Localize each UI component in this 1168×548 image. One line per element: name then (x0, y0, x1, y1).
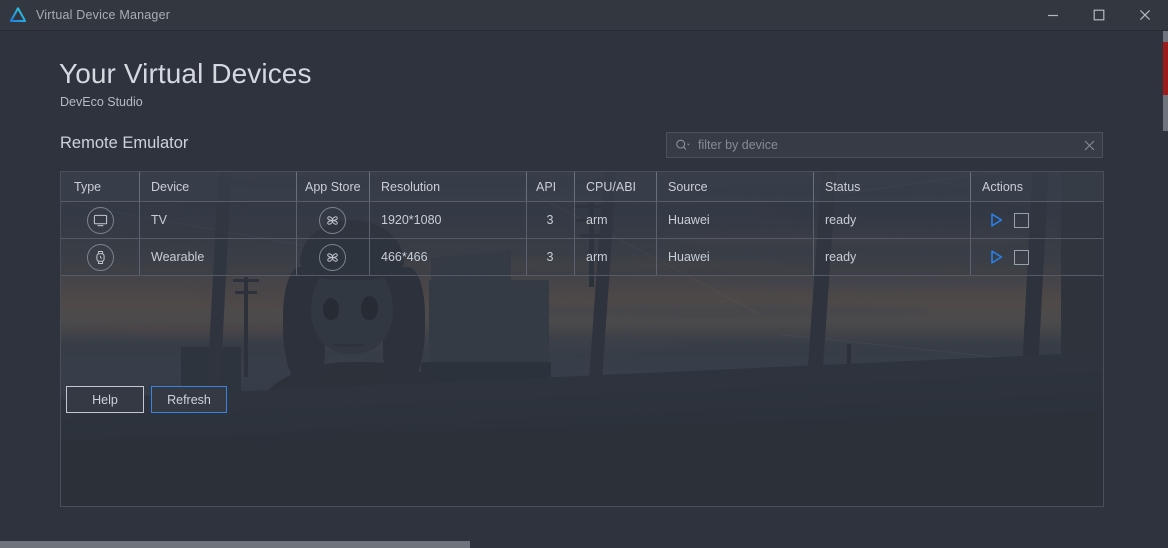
deveco-triangle-logo-icon (9, 7, 27, 22)
api-level-cell: 3 (526, 239, 574, 275)
title-bar: Virtual Device Manager (0, 0, 1168, 31)
tv-monitor-icon (86, 206, 114, 234)
virtual-device-manager-window: Virtual Device Manager Your Virtual Devi… (0, 0, 1168, 548)
section-title-remote-emulator: Remote Emulator (60, 134, 189, 152)
column-header-device[interactable]: Device (139, 172, 296, 201)
page-subtitle: DevEco Studio (60, 95, 143, 109)
status-cell: ready (813, 202, 970, 238)
resolution-cell: 1920*1080 (369, 202, 526, 238)
column-header-app-store[interactable]: App Store (296, 172, 369, 201)
clear-search-button[interactable] (1076, 133, 1102, 157)
run-device-button[interactable] (989, 249, 1004, 265)
cpu-abi-cell: arm (574, 239, 656, 275)
bottom-horizontal-scrollbar[interactable] (0, 541, 470, 548)
maximize-icon (1093, 9, 1105, 21)
column-header-api[interactable]: API (526, 172, 574, 201)
right-edge-error-marker[interactable] (1163, 42, 1168, 95)
main-content: Your Virtual Devices DevEco Studio Remot… (0, 31, 1168, 541)
app-gallery-icon (319, 206, 346, 234)
stop-device-button[interactable] (1014, 249, 1029, 265)
column-header-resolution[interactable]: Resolution (369, 172, 526, 201)
actions-cell (970, 202, 1103, 238)
device-type-cell (61, 202, 139, 238)
device-grid: Type Device App Store Resolution API CPU… (61, 172, 1103, 506)
help-button[interactable]: Help (66, 386, 144, 413)
play-icon (991, 213, 1003, 227)
refresh-button[interactable]: Refresh (151, 386, 227, 413)
app-store-cell (296, 202, 369, 238)
table-header-row: Type Device App Store Resolution API CPU… (61, 172, 1103, 202)
search-icon[interactable] (675, 138, 691, 152)
stop-device-button[interactable] (1014, 212, 1029, 228)
cpu-abi-cell: arm (574, 202, 656, 238)
watch-wearable-icon (86, 243, 114, 271)
run-device-button[interactable] (989, 212, 1004, 228)
device-name-cell: TV (139, 202, 296, 238)
play-icon (991, 250, 1003, 264)
status-cell: ready (813, 239, 970, 275)
virtual-devices-table: Type Device App Store Resolution API CPU… (60, 171, 1104, 507)
column-header-actions: Actions (970, 172, 1103, 201)
device-name-cell: Wearable (139, 239, 296, 275)
search-input[interactable] (698, 138, 1076, 152)
source-cell: Huawei (656, 239, 813, 275)
column-header-status[interactable]: Status (813, 172, 970, 201)
actions-cell (970, 239, 1103, 275)
column-header-source[interactable]: Source (656, 172, 813, 201)
source-cell: Huawei (656, 202, 813, 238)
column-header-cpu-abi[interactable]: CPU/ABI (574, 172, 656, 201)
page-title: Your Virtual Devices (59, 58, 312, 89)
maximize-button[interactable] (1076, 0, 1122, 31)
minimize-icon (1048, 14, 1058, 17)
window-controls (1030, 0, 1168, 31)
table-row[interactable]: TV 1920*1080 3 arm Huawei ready (61, 202, 1103, 239)
window-title: Virtual Device Manager (36, 8, 171, 22)
filter-search-box[interactable] (666, 132, 1103, 158)
app-gallery-icon (319, 243, 346, 271)
device-type-cell (61, 239, 139, 275)
app-store-cell (296, 239, 369, 275)
resolution-cell: 466*466 (369, 239, 526, 275)
column-header-type[interactable]: Type (61, 172, 139, 201)
table-row[interactable]: Wearable 466*466 3 arm Huawei ready (61, 239, 1103, 276)
bottom-strip-filler (470, 541, 1168, 548)
api-level-cell: 3 (526, 202, 574, 238)
close-icon (1084, 140, 1094, 150)
minimize-button[interactable] (1030, 0, 1076, 31)
close-button[interactable] (1122, 0, 1168, 31)
close-icon (1139, 9, 1151, 21)
